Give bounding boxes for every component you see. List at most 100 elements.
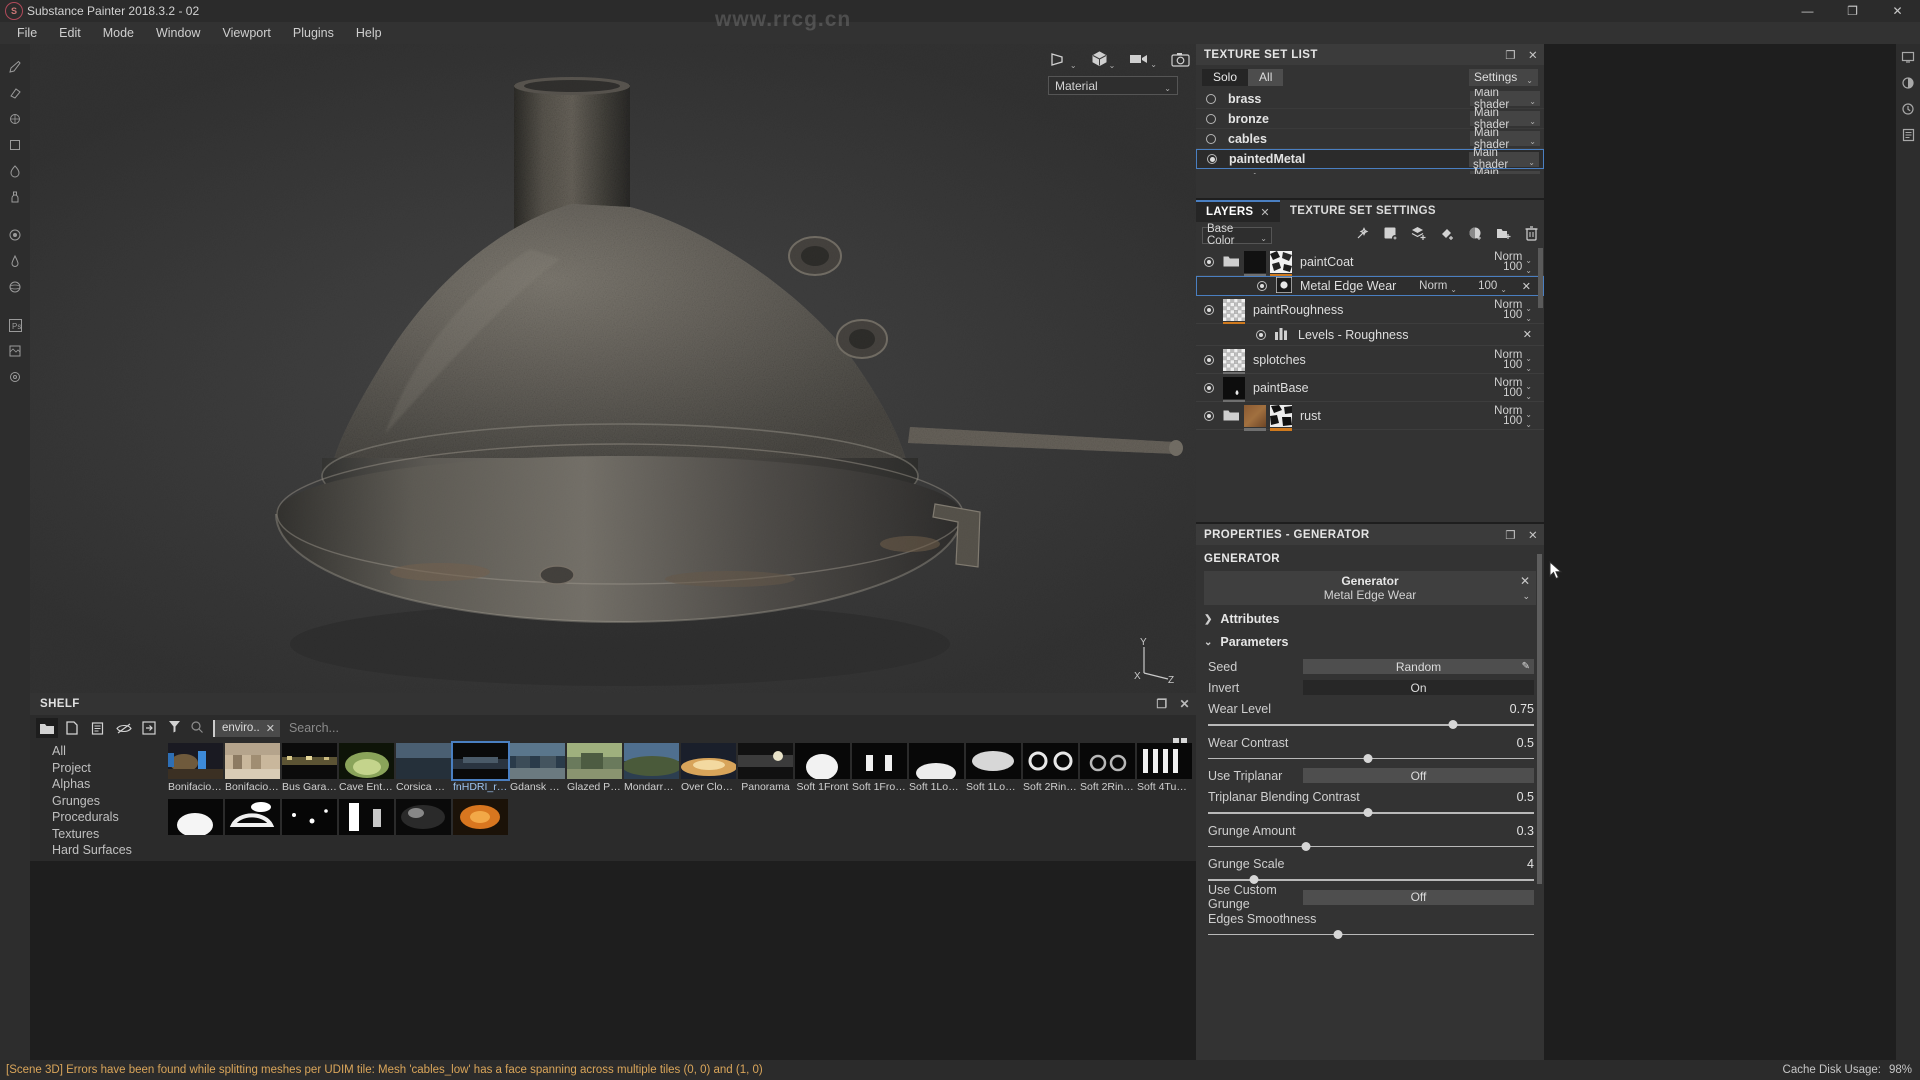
layer-opacity[interactable]: 100 ⌄ <box>1503 387 1532 401</box>
shelf-item[interactable]: Over Clouds <box>681 741 737 793</box>
tab-layers[interactable]: LAYERS ✕ <box>1196 200 1280 222</box>
parameter-slider-track[interactable] <box>1208 720 1534 729</box>
shelf-item[interactable]: fnHDRI_ren... <box>451 741 510 793</box>
shelf-item[interactable]: Cave Entry ... <box>339 741 395 793</box>
add-mask-icon[interactable] <box>1468 226 1483 244</box>
layer-opacity[interactable]: 100 ⌄ <box>1503 309 1532 323</box>
parameter-slider-track[interactable] <box>1208 841 1534 851</box>
layer-row[interactable]: paintBase Norm ⌄ 100 ⌄ <box>1196 374 1544 403</box>
shelf-item[interactable]: Glazed Patio <box>567 741 623 793</box>
layer-row[interactable]: paintCoat Norm ⌄ 100 ⌄ <box>1196 248 1544 277</box>
shelf-item[interactable] <box>453 797 509 835</box>
layer-visibility-toggle[interactable] <box>1204 304 1214 315</box>
shader-dropdown[interactable]: Main shader⌄ <box>1470 107 1540 131</box>
menu-help[interactable]: Help <box>345 23 393 43</box>
shelf-item[interactable]: Soft 1Front <box>795 741 851 793</box>
layer-visibility-toggle[interactable] <box>1204 410 1214 421</box>
close-icon[interactable]: ✕ <box>1260 206 1270 219</box>
shelf-item[interactable]: Soft 1LowC... <box>909 741 965 793</box>
3d-viewport[interactable]: ⌄ ⌄ ⌄ Material ⌄ Y Z X <box>30 44 1196 693</box>
shelf-item[interactable]: Soft 4Tube... <box>1137 741 1193 793</box>
shelf-search-placeholder[interactable]: Search... <box>289 721 339 735</box>
layer-remove-icon[interactable]: ✕ <box>1523 328 1532 341</box>
parameter-slider-knob[interactable] <box>1333 929 1343 939</box>
shader-dropdown[interactable]: Main shader⌄ <box>1470 89 1540 111</box>
shelf-item[interactable]: Bonifacio St... <box>225 741 281 793</box>
shelf-item[interactable] <box>282 797 338 835</box>
shelf-category-alphas[interactable]: Alphas <box>52 776 160 793</box>
layer-visibility-toggle[interactable] <box>1204 382 1214 393</box>
parameters-accordion[interactable]: ⌄ Parameters <box>1196 633 1544 656</box>
chevron-down-icon[interactable]: ⌄ <box>1522 591 1530 602</box>
layer-opacity[interactable]: 100 ⌄ <box>1503 261 1532 275</box>
projection-tool-icon[interactable] <box>0 106 30 132</box>
log-icon[interactable] <box>1896 122 1920 148</box>
texture-set-row[interactable]: cables Main shader ⌄ <box>1196 127 1544 151</box>
shelf-category-project[interactable]: Project <box>52 760 160 777</box>
shelf-import-icon[interactable] <box>138 718 160 738</box>
shelf-category-procedurals[interactable]: Procedurals <box>52 809 160 826</box>
geometry-fill-tool-icon[interactable] <box>0 132 30 158</box>
layer-thumbnail[interactable] <box>1223 348 1246 375</box>
particle-tool-icon[interactable] <box>0 248 30 274</box>
smudge-tool-icon[interactable] <box>0 158 30 184</box>
shelf-item[interactable]: Soft 1Front ... <box>852 741 908 793</box>
shader-dropdown[interactable]: Main shader⌄ <box>1470 127 1540 151</box>
layer-visibility-toggle[interactable] <box>1204 354 1214 365</box>
layer-row[interactable]: splotches Norm ⌄ 100 ⌄ <box>1196 346 1544 375</box>
shelf-close-icon[interactable]: ✕ <box>1180 697 1190 711</box>
texture-set-radio[interactable] <box>1206 113 1216 124</box>
close-button[interactable]: ✕ <box>1875 0 1920 22</box>
layer-blend-mode[interactable]: Norm ⌄ <box>1419 280 1457 294</box>
history-icon[interactable] <box>1896 96 1920 122</box>
generator-selector[interactable]: Generator Metal Edge Wear ✕ ⌄ <box>1204 571 1536 605</box>
parameter-slider-track[interactable] <box>1208 808 1534 817</box>
material-tool-icon[interactable] <box>0 222 30 248</box>
shader-settings-icon[interactable] <box>1896 70 1920 96</box>
solo-button[interactable]: Solo <box>1202 68 1249 86</box>
all-button[interactable]: All <box>1248 68 1284 86</box>
shelf-category-grunges[interactable]: Grunges <box>52 793 160 810</box>
layer-row[interactable]: Metal Edge Wear Norm ⌄ 100 ⌄ ✕ <box>1196 275 1544 296</box>
attributes-accordion[interactable]: ❯ Attributes <box>1196 605 1544 633</box>
parameter-slider-track[interactable] <box>1208 929 1534 939</box>
layer-row[interactable]: rust Norm ⌄ 100 ⌄ <box>1196 402 1544 431</box>
eraser-tool-icon[interactable] <box>0 80 30 106</box>
layer-thumbnail[interactable] <box>1223 298 1246 325</box>
shelf-item[interactable]: Panorama <box>738 741 794 793</box>
menu-edit[interactable]: Edit <box>48 23 92 43</box>
layer-remove-icon[interactable]: ✕ <box>1522 280 1531 293</box>
properties-float-icon[interactable]: ❐ <box>1505 528 1516 542</box>
layer-row[interactable]: Levels - Roughness ✕ <box>1196 324 1544 346</box>
generator-clear-icon[interactable]: ✕ <box>1520 574 1530 588</box>
layer-mask-thumbnail[interactable] <box>1270 404 1292 431</box>
menu-mode[interactable]: Mode <box>92 23 145 43</box>
magic-wand-icon[interactable] <box>1355 226 1370 244</box>
shelf-float-icon[interactable]: ❐ <box>1156 697 1167 711</box>
layer-row[interactable]: paintRoughness Norm ⌄ 100 ⌄ <box>1196 296 1544 325</box>
texture-set-settings-button[interactable]: Settings ⌄ <box>1468 68 1538 86</box>
add-fill-layer-icon[interactable] <box>1383 226 1398 244</box>
parameter-slider-track[interactable] <box>1208 875 1534 884</box>
texture-set-radio[interactable] <box>1206 93 1216 104</box>
shelf-item[interactable]: Corsica Bea... <box>396 741 452 793</box>
shader-dropdown[interactable]: Main shader⌄ <box>1470 167 1540 174</box>
shelf-folder-icon[interactable] <box>36 718 58 738</box>
shelf-item[interactable] <box>225 797 281 835</box>
layers-scrollbar[interactable] <box>1538 248 1543 308</box>
shelf-search-mode-icon[interactable] <box>190 720 204 737</box>
shelf-item[interactable] <box>168 797 224 835</box>
add-folder-icon[interactable] <box>1496 227 1512 244</box>
layer-thumbnail[interactable] <box>1275 275 1293 296</box>
maximize-button[interactable]: ❐ <box>1830 0 1875 22</box>
delete-icon[interactable] <box>1525 226 1538 244</box>
parameter-button[interactable]: Off <box>1303 768 1534 783</box>
close-icon[interactable]: ✕ <box>266 722 275 735</box>
parameter-slider-knob[interactable] <box>1249 875 1259 884</box>
layer-thumbnail[interactable] <box>1244 250 1266 277</box>
video-icon[interactable]: ⌄ <box>1129 52 1157 69</box>
camera-persp-icon[interactable]: ⌄ <box>1050 52 1077 70</box>
layer-opacity[interactable]: 100 ⌄ <box>1503 415 1532 429</box>
layer-visibility-toggle[interactable] <box>1256 329 1266 340</box>
shelf-category-all[interactable]: All <box>52 743 160 760</box>
